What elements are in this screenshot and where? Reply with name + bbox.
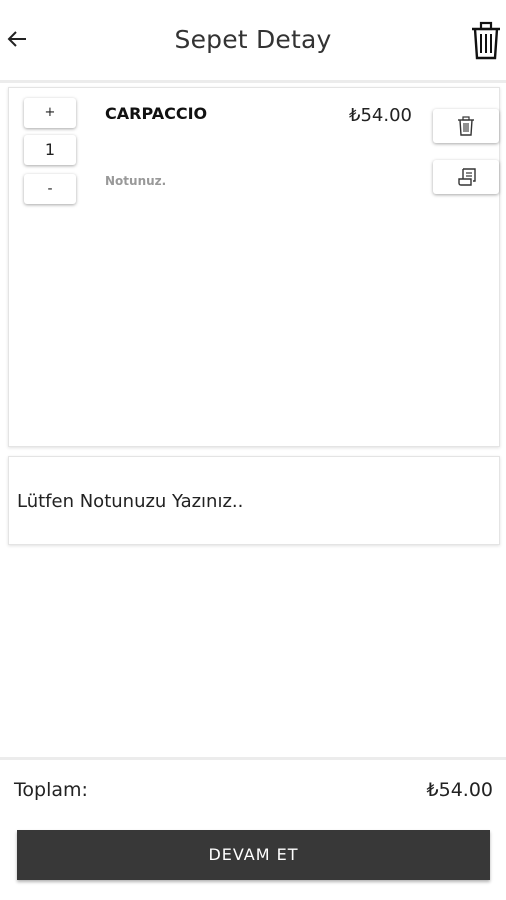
receipt-icon: [458, 168, 476, 186]
trash-icon: [458, 116, 474, 136]
continue-button[interactable]: DEVAM ET: [17, 830, 490, 880]
product-name: CARPACCIO: [105, 104, 208, 123]
note-box: [8, 456, 500, 545]
decrease-quantity-button[interactable]: -: [24, 174, 76, 204]
page-title: Sepet Detay: [174, 25, 332, 54]
delete-item-button[interactable]: [433, 109, 499, 143]
header-bar: Sepet Detay: [0, 0, 506, 83]
cart-item-card: + 1 - CARPACCIO Notunuz. ₺54.00: [8, 87, 500, 447]
total-value: ₺54.00: [426, 779, 493, 801]
note-input[interactable]: [17, 486, 477, 516]
footer-divider: [0, 757, 506, 760]
quantity-value: 1: [24, 135, 76, 165]
trash-icon[interactable]: [468, 20, 504, 62]
add-note-button[interactable]: [433, 160, 499, 194]
increase-quantity-button[interactable]: +: [24, 98, 76, 128]
total-label: Toplam:: [14, 779, 88, 801]
product-price: ₺54.00: [349, 105, 412, 126]
product-note: Notunuz.: [105, 174, 167, 188]
